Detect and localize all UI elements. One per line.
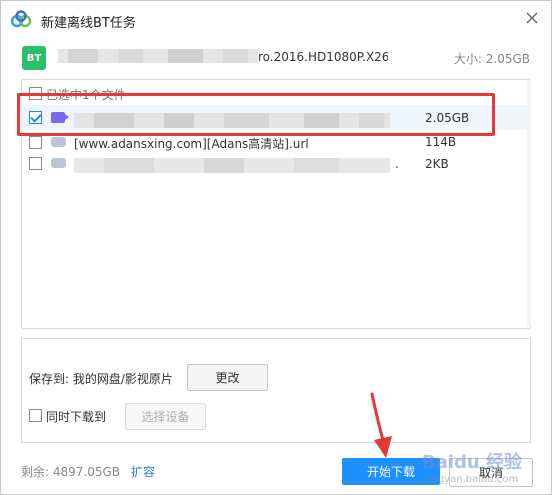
simultaneous-download-label: 同时下载到 [46,410,107,424]
close-button[interactable] [522,8,542,28]
watermark-subtext: jingyan.baidu.com [426,474,519,485]
file-checkbox-2[interactable] [29,136,42,149]
blurred-task-name [58,49,258,63]
remaining-space-label: 剩余: 4897.05GB [21,465,121,479]
expand-storage-link[interactable]: 扩容 [131,463,155,480]
select-device-button[interactable]: 选择设备 [125,403,206,430]
baidu-jingyan-watermark: Baidu 经验 jingyan.baidu.com [418,448,548,492]
bt-file-icon: BT [22,46,46,70]
task-name-visible: ro.2016.HD1080P.X26... [258,50,388,64]
save-path-label: 保存到: 我的网盘/影视原片 [29,372,173,386]
dialog-title: 新建离线BT任务 [41,16,136,31]
highlight-annotation [17,93,495,136]
watermark-text: Baidu 经验 [422,452,523,473]
file-size-3: 2KB [425,157,449,171]
save-options-panel [21,338,531,443]
file-size-2: 114B [425,135,457,149]
file-name-2: [www.adansxing.com][Adans高清站].url [74,137,309,151]
red-arrow-annotation [370,392,392,458]
simultaneous-download-checkbox[interactable] [29,409,42,422]
cloud-file-icon [51,137,66,147]
file-checkbox-3[interactable] [29,157,42,170]
total-size-label: 大小: 2.05GB [453,52,530,66]
blurred-file-name-3 [74,158,390,173]
baidu-netdisk-logo-icon [10,10,32,28]
file-name-3: . [395,157,399,171]
change-path-button[interactable]: 更改 [187,364,268,391]
cloud-file-icon [51,158,66,168]
close-icon [526,12,538,24]
